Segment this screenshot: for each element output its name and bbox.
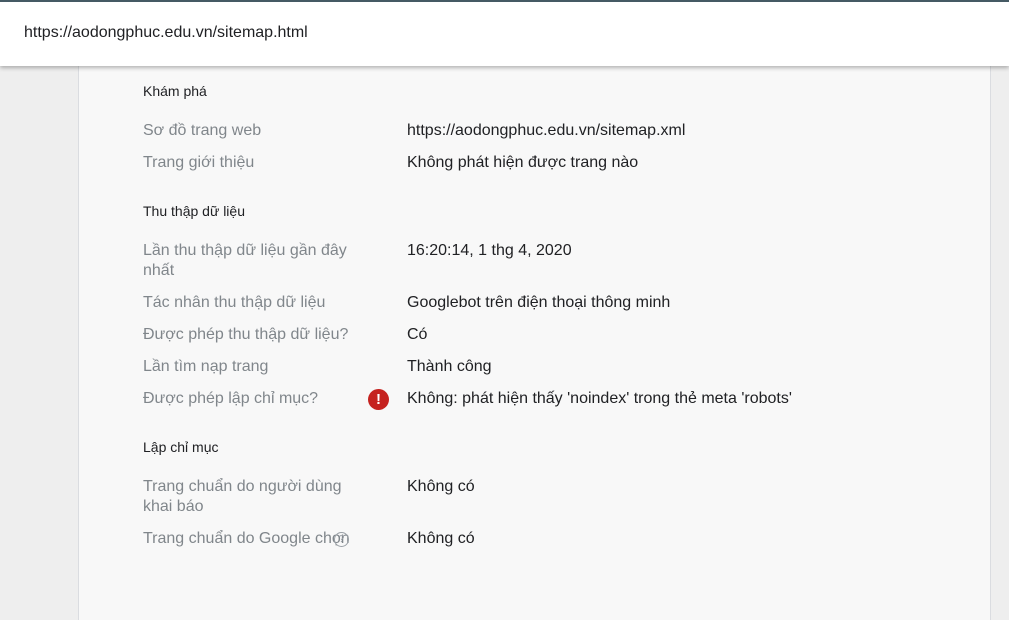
last-crawl-label: Lần thu thập dữ liệu gần đây nhất xyxy=(143,242,347,279)
sitemap-label: Sơ đồ trang web xyxy=(143,122,262,139)
section-title-indexing: Lập chỉ mục xyxy=(143,439,219,455)
page-fetch-label: Lần tìm nạp trang xyxy=(143,358,269,375)
section-title-discovery: Khám phá xyxy=(143,83,207,99)
indexing-allowed-label: Được phép lập chỉ mục? xyxy=(143,390,319,407)
user-canonical-value: Không có xyxy=(407,478,475,495)
page-fetch-value: Thành công xyxy=(407,358,492,375)
error-icon: ! xyxy=(368,389,389,410)
indexing-allowed-value: Không: phát hiện thấy 'noindex' trong th… xyxy=(407,390,792,407)
help-icon[interactable]: ? xyxy=(334,532,349,547)
last-crawl-value: 16:20:14, 1 thg 4, 2020 xyxy=(407,242,572,259)
referring-page-label: Trang giới thiệu xyxy=(143,154,255,171)
crawl-allowed-label: Được phép thu thập dữ liệu? xyxy=(143,326,349,343)
section-title-crawl: Thu thập dữ liệu xyxy=(143,203,245,219)
google-canonical-value: Không có xyxy=(407,530,475,547)
crawler-label: Tác nhân thu thập dữ liệu xyxy=(143,294,326,311)
user-canonical-label: Trang chuẩn do người dùng khai báo xyxy=(143,478,342,515)
sitemap-value: https://aodongphuc.edu.vn/sitemap.xml xyxy=(407,122,686,139)
address-bar[interactable]: https://aodongphuc.edu.vn/sitemap.html xyxy=(0,0,1009,66)
crawler-value: Googlebot trên điện thoại thông minh xyxy=(407,294,671,311)
crawl-allowed-value: Có xyxy=(407,326,428,343)
url-text[interactable]: https://aodongphuc.edu.vn/sitemap.html xyxy=(24,24,308,42)
referring-page-value: Không phát hiện được trang nào xyxy=(407,154,639,171)
google-canonical-label: Trang chuẩn do Google chọn xyxy=(143,530,350,547)
